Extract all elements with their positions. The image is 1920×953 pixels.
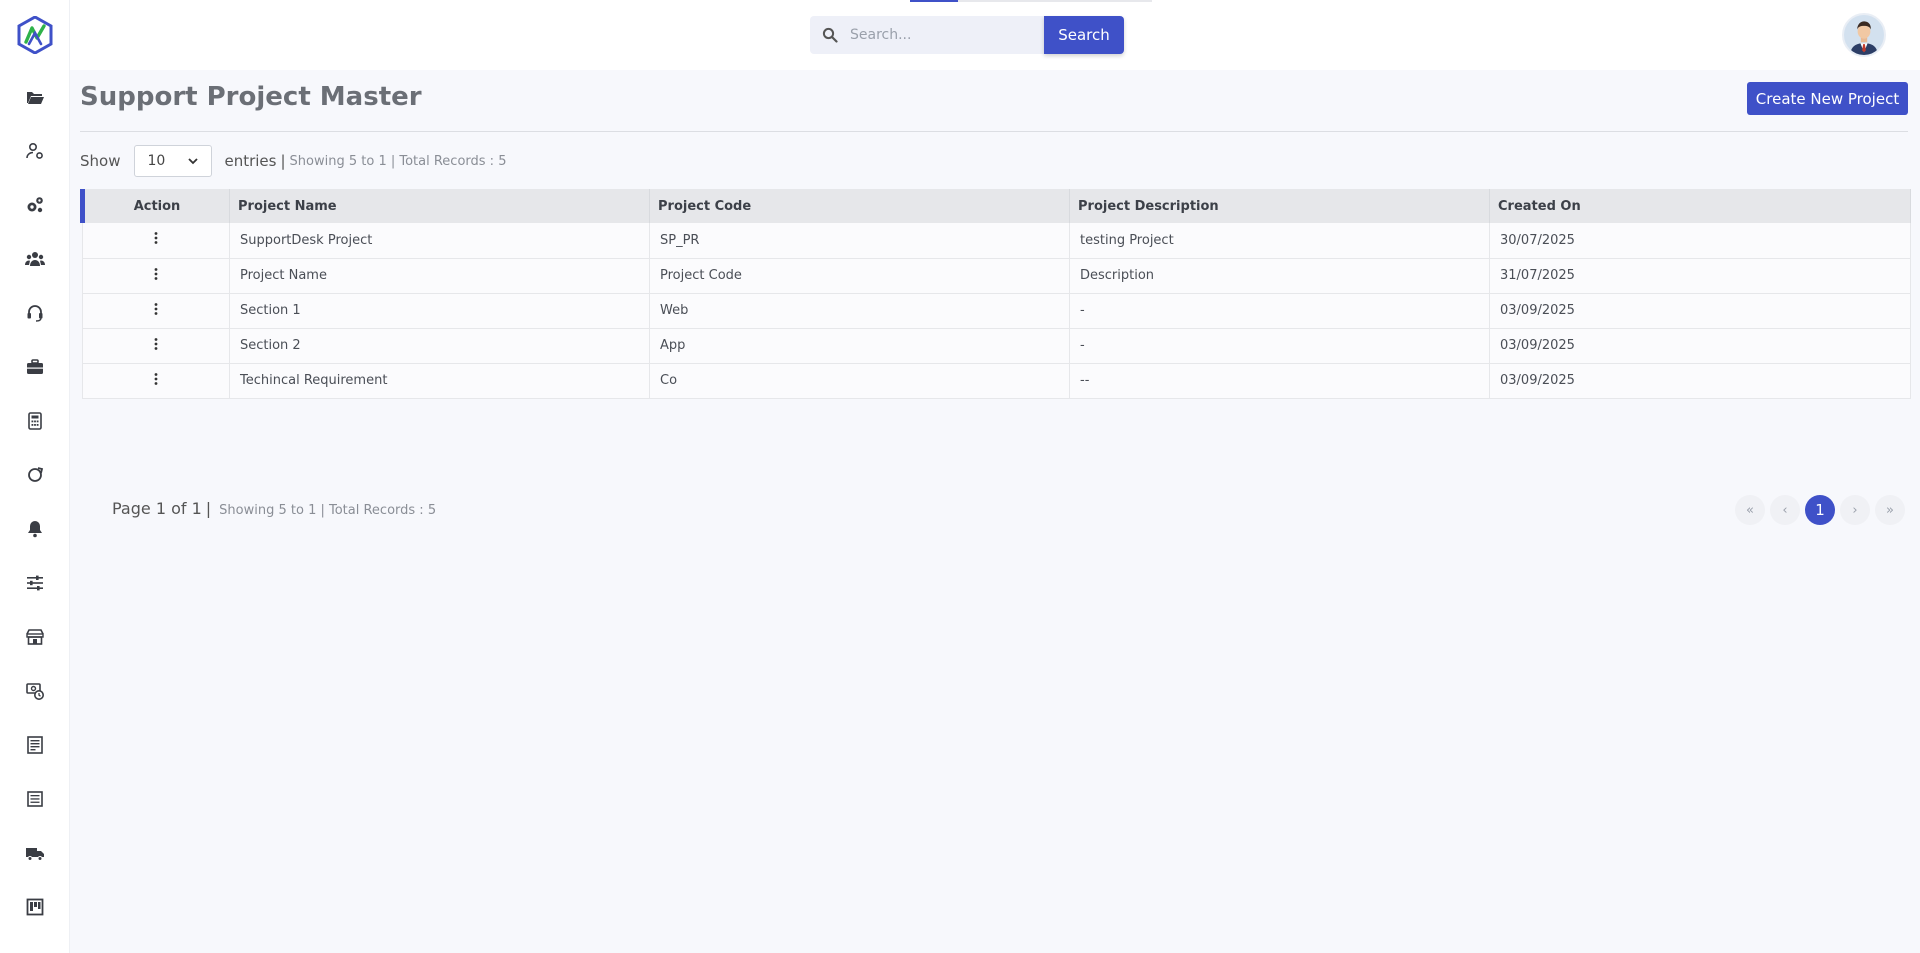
search-icon [822,27,838,43]
more-vertical-icon[interactable] [148,266,164,282]
search-box [810,16,1046,54]
app-logo[interactable] [17,15,53,55]
cell-project-description: -- [1069,363,1490,398]
column-header-project-description[interactable]: Project Description [1069,189,1490,223]
sidebar [0,0,70,953]
table-row: Section 1 Web - 03/09/2025 [82,293,1911,328]
title-divider [80,131,1908,132]
table-row: Techincal Requirement Co -- 03/09/2025 [82,363,1911,398]
action-cell [82,293,230,328]
topbar: Search [70,0,1920,70]
report-icon[interactable] [23,733,47,757]
pagination-page-button[interactable]: 1 [1805,495,1835,525]
search-button[interactable]: Search [1044,16,1124,54]
separator: | [205,499,212,518]
page-title: Support Project Master [80,82,422,112]
table-row: Section 2 App - 03/09/2025 [82,328,1911,363]
action-cell [82,363,230,398]
cell-project-code: App [649,328,1070,363]
page-info: Page 1 of 1 | Showing 5 to 1 | Total Rec… [112,499,436,518]
projects-table: Action Project Name Project Code Project… [80,189,1911,399]
cell-project-code: Co [649,363,1070,398]
table-row: SupportDesk Project SP_PR testing Projec… [82,223,1911,258]
cell-project-code: SP_PR [649,223,1070,258]
action-cell [82,328,230,363]
more-vertical-icon[interactable] [148,336,164,352]
briefcase-icon[interactable] [23,355,47,379]
users-icon[interactable] [23,247,47,271]
pagination: « ‹ 1 › » [1735,495,1910,525]
cell-created-on: 03/09/2025 [1489,363,1911,398]
store-icon[interactable] [23,625,47,649]
cell-project-description: testing Project [1069,223,1490,258]
create-new-project-button[interactable]: Create New Project [1747,82,1908,115]
cell-project-name: SupportDesk Project [229,223,650,258]
kanban-icon[interactable] [23,895,47,919]
show-label: Show [80,152,121,170]
pagination-first-button[interactable]: « [1735,495,1765,525]
search-input[interactable] [850,27,1040,43]
cell-project-code: Web [649,293,1070,328]
top-tab-indicator [910,0,1152,2]
bell-icon[interactable] [23,517,47,541]
column-header-action[interactable]: Action [80,189,230,223]
gears-icon[interactable] [23,193,47,217]
action-cell [82,223,230,258]
money-clock-icon[interactable] [23,679,47,703]
cell-project-name: Section 2 [229,328,650,363]
column-header-project-name[interactable]: Project Name [229,189,650,223]
page-label: Page 1 of 1 [112,499,202,518]
more-vertical-icon[interactable] [148,371,164,387]
action-cell [82,258,230,293]
headset-icon[interactable] [23,301,47,325]
truck-icon[interactable] [23,841,47,865]
pagination-last-button[interactable]: » [1875,495,1905,525]
cell-created-on: 30/07/2025 [1489,223,1911,258]
records-info: Showing 5 to 1 | Total Records : 5 [289,153,507,169]
cell-project-name: Project Name [229,258,650,293]
more-vertical-icon[interactable] [148,230,164,246]
cell-created-on: 03/09/2025 [1489,293,1911,328]
user-gear-icon[interactable] [23,139,47,163]
sliders-icon[interactable] [23,571,47,595]
more-vertical-icon[interactable] [148,301,164,317]
top-tab-indicator-active [910,0,958,2]
entries-control: Show 10 entries | Showing 5 to 1 | Total… [80,145,506,177]
chevron-down-icon [188,158,199,165]
folder-open-icon[interactable] [23,85,47,109]
cell-project-description: - [1069,293,1490,328]
cell-project-description: - [1069,328,1490,363]
cell-created-on: 31/07/2025 [1489,258,1911,293]
entries-per-page-select[interactable]: 10 [134,145,213,177]
table-header-row: Action Project Name Project Code Project… [80,189,1911,223]
pagination-next-button[interactable]: › [1840,495,1870,525]
entries-label: entries [224,152,277,170]
table-row: Project Name Project Code Description 31… [82,258,1911,293]
cell-project-code: Project Code [649,258,1070,293]
pagination-prev-button[interactable]: ‹ [1770,495,1800,525]
cell-created-on: 03/09/2025 [1489,328,1911,363]
entries-selected-value: 10 [147,153,166,169]
column-header-project-code[interactable]: Project Code [649,189,1070,223]
cell-project-description: Description [1069,258,1490,293]
footer-records-info: Showing 5 to 1 | Total Records : 5 [219,503,437,518]
separator: | [280,152,286,170]
list-icon[interactable] [23,787,47,811]
calculator-icon[interactable] [23,409,47,433]
projects-table-wrapper: Action Project Name Project Code Project… [80,189,1911,399]
cell-project-name: Techincal Requirement [229,363,650,398]
circle-arrow-icon[interactable] [23,463,47,487]
user-avatar[interactable] [1842,13,1886,57]
cell-project-name: Section 1 [229,293,650,328]
column-header-created-on[interactable]: Created On [1489,189,1911,223]
